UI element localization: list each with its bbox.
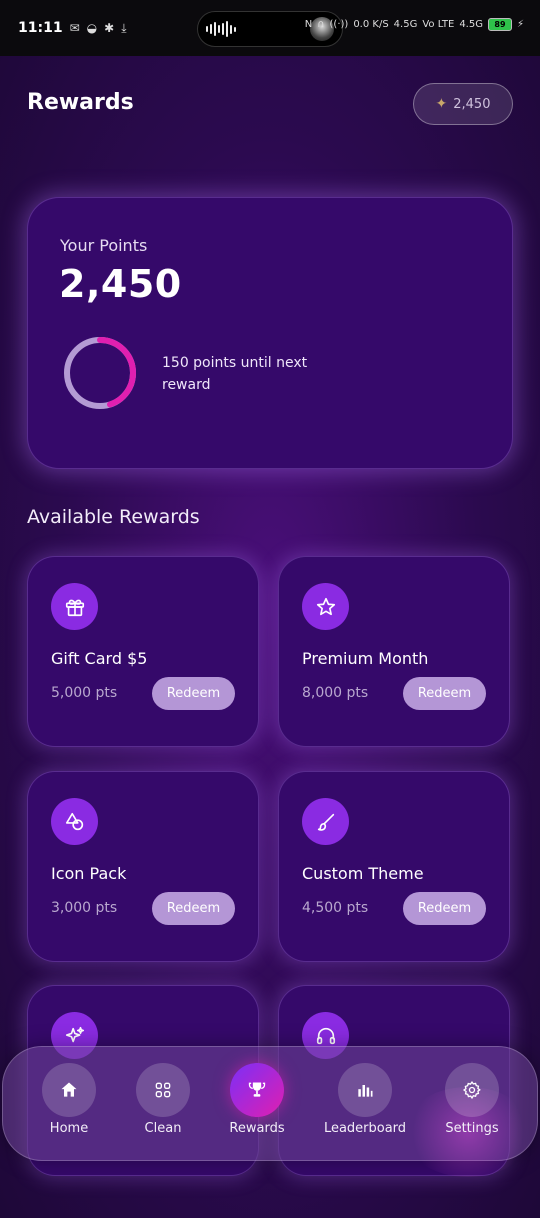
points-value: 2,450: [59, 262, 182, 306]
home-icon: [42, 1063, 96, 1117]
brush-icon: [302, 798, 349, 845]
redeem-button[interactable]: Redeem: [403, 677, 486, 710]
charging-icon: ⚡: [516, 19, 524, 30]
points-card: Your Points 2,450 150 points until next …: [27, 197, 513, 469]
status-bar: 11:11 ✉ ◒ ✱ ⤓ N ∩ ((·)) 0.0 K/S 4.5G Vo …: [0, 0, 540, 56]
nav-leaderboard[interactable]: Leaderboard: [315, 1063, 415, 1136]
star-icon: [302, 583, 349, 630]
network-type-2: 4.5G: [459, 19, 483, 30]
nfc-icon: N: [304, 19, 313, 30]
page-title: Rewards: [27, 90, 134, 115]
nav-label: Rewards: [229, 1121, 285, 1136]
redeem-button[interactable]: Redeem: [152, 677, 235, 710]
reward-points: 4,500 pts: [302, 900, 369, 916]
bug-icon: ✱: [104, 21, 115, 35]
points-icon: ✦: [435, 96, 448, 112]
grid-icon: [136, 1063, 190, 1117]
nav-home[interactable]: Home: [19, 1063, 119, 1136]
reward-points: 5,000 pts: [51, 685, 118, 701]
headphones-status-icon: ∩: [317, 19, 325, 30]
reward-card-gift-card[interactable]: Gift Card $5 5,000 pts Redeem: [27, 556, 259, 747]
nav-settings[interactable]: Settings: [422, 1063, 522, 1136]
reward-points: 8,000 pts: [302, 685, 369, 701]
trophy-icon: [230, 1063, 284, 1117]
reward-points: 3,000 pts: [51, 900, 118, 916]
bottom-nav: Home Clean Rewards Leaderboard Settings: [2, 1046, 538, 1177]
next-reward-hint: 150 points until next reward: [162, 355, 308, 393]
status-indicators: N ∩ ((·)) 0.0 K/S 4.5G Vo LTE 4.5G 89 ⚡: [305, 18, 524, 31]
reward-name: Custom Theme: [302, 864, 424, 883]
points-chip-value: 2,450: [453, 96, 491, 112]
battery-icon: 89: [487, 18, 512, 31]
hotspot-icon: ((·)): [329, 19, 349, 30]
reward-card-custom-theme[interactable]: Custom Theme 4,500 pts Redeem: [278, 771, 510, 962]
gift-icon: [51, 583, 98, 630]
points-chip[interactable]: ✦ 2,450: [413, 83, 513, 125]
nav-label: Leaderboard: [323, 1121, 407, 1136]
section-title: Available Rewards: [27, 506, 200, 528]
reward-card-icon-pack[interactable]: Icon Pack 3,000 pts Redeem: [27, 771, 259, 962]
reward-card-premium-month[interactable]: Premium Month 8,000 pts Redeem: [278, 556, 510, 747]
reward-name: Gift Card $5: [51, 649, 148, 668]
sync-icon: ◒: [86, 21, 98, 35]
points-label: Your Points: [60, 236, 148, 255]
shapes-icon: [51, 798, 98, 845]
progress-ring: [64, 337, 136, 409]
reward-name: Icon Pack: [51, 864, 127, 883]
nav-clean[interactable]: Clean: [113, 1063, 213, 1136]
mail-icon: ✉: [69, 21, 80, 35]
audio-wave-icon: [206, 21, 236, 37]
download-icon: ⤓: [121, 20, 127, 35]
network-speed: 0.0 K/S: [353, 19, 389, 30]
network-type-1: 4.5G: [393, 19, 418, 30]
gear-icon: [445, 1063, 499, 1117]
reward-name: Premium Month: [302, 649, 429, 668]
nav-label: Home: [49, 1121, 89, 1136]
nav-rewards[interactable]: Rewards: [207, 1063, 307, 1136]
redeem-button[interactable]: Redeem: [152, 892, 235, 925]
volte-label: Vo LTE: [422, 19, 455, 30]
nav-label: Clean: [144, 1121, 182, 1136]
bar-chart-icon: [338, 1063, 392, 1117]
redeem-button[interactable]: Redeem: [403, 892, 486, 925]
nav-label: Settings: [445, 1121, 499, 1136]
status-time: 11:11: [18, 20, 63, 36]
